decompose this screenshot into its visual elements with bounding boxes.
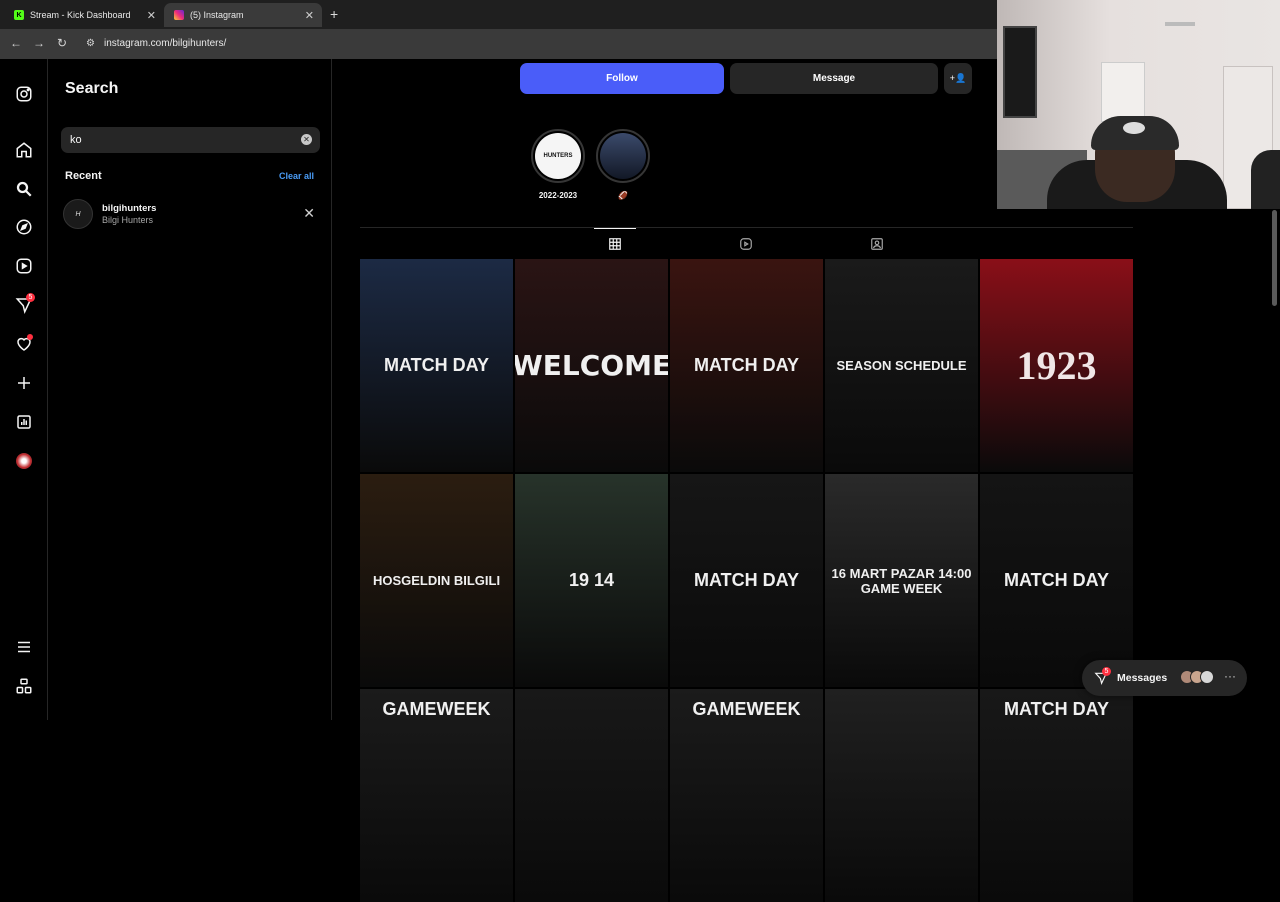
tab-reels[interactable] [725, 228, 767, 259]
search-panel: Search ko ✕ Recent Clear all H bilgihunt… [48, 59, 332, 720]
post-tile[interactable]: WELCOME [515, 259, 668, 472]
notifications-heart-icon[interactable] [14, 334, 34, 354]
home-icon[interactable] [14, 140, 34, 160]
highlight-cover: HUNTERS [535, 133, 581, 179]
instagram-icon [174, 10, 184, 20]
profile-tabs [360, 227, 1133, 258]
post-tile[interactable]: MATCH DAY [980, 689, 1133, 902]
message-button[interactable]: Message [730, 63, 938, 94]
poster [1003, 26, 1037, 118]
more-dots-icon[interactable]: ··· [1224, 669, 1236, 683]
recent-fullname: Bilgi Hunters [102, 215, 154, 225]
post-title: HOSGELDIN BILGILI [372, 573, 501, 588]
dashboard-icon[interactable] [14, 412, 34, 432]
close-tab-icon[interactable]: ✕ [305, 9, 314, 22]
recent-username: bilgihunters [102, 203, 157, 214]
highlight-cover-photo [600, 133, 646, 179]
window [1101, 62, 1145, 122]
post-title: SEASON SCHEDULE [836, 358, 967, 373]
search-input-value[interactable]: ko [70, 134, 82, 146]
reels-icon [740, 237, 752, 250]
post-title: MATCH DAY [693, 570, 799, 590]
messenger-badge: 5 [26, 293, 35, 302]
url-field[interactable]: instagram.com/bilgihunters/ [104, 38, 226, 49]
instagram-sidebar: 5 [0, 59, 48, 720]
posts-grid-icon [609, 238, 621, 250]
tagged-icon [871, 237, 883, 250]
close-tab-icon[interactable]: ✕ [147, 9, 156, 22]
tab-title: Stream - Kick Dashboard [30, 10, 131, 20]
post-tile[interactable]: MATCH DAY [670, 474, 823, 687]
post-tile[interactable]: MATCH DAY [360, 259, 513, 472]
tab-posts[interactable] [594, 228, 636, 259]
post-tile[interactable] [515, 689, 668, 902]
suggested-accounts-icon[interactable]: +👤 [944, 63, 972, 94]
site-info-icon[interactable]: ⚙ [86, 38, 95, 49]
clear-all-link[interactable]: Clear all [279, 171, 314, 181]
recent-heading: Recent [65, 170, 102, 182]
follow-button[interactable]: Follow [520, 63, 724, 94]
messages-badge: 5 [1102, 667, 1111, 676]
search-title: Search [65, 80, 119, 97]
forward-icon[interactable]: → [33, 36, 45, 50]
clear-search-icon[interactable]: ✕ [301, 134, 312, 145]
post-tile[interactable] [825, 689, 978, 902]
tab-instagram[interactable]: (5) Instagram ✕ [164, 3, 322, 27]
post-tile[interactable]: 16 MART PAZAR 14:00 GAME WEEK [825, 474, 978, 687]
search-icon[interactable] [14, 179, 34, 199]
post-tile[interactable]: SEASON SCHEDULE [825, 259, 978, 472]
back-icon[interactable]: ← [10, 36, 22, 50]
webcam-overlay [997, 0, 1280, 209]
tab-tagged[interactable] [856, 228, 898, 259]
remove-recent-icon[interactable]: ✕ [303, 205, 315, 222]
post-title: MATCH DAY [383, 355, 489, 375]
search-input[interactable]: ko ✕ [61, 127, 320, 153]
post-title: MATCH DAY [1003, 699, 1109, 719]
tab-title: (5) Instagram [190, 10, 244, 20]
also-from-meta-icon[interactable] [14, 676, 34, 696]
reload-icon[interactable]: ↻ [57, 36, 67, 50]
post-tile[interactable]: GAMEWEEK [360, 689, 513, 902]
avatar [1200, 670, 1214, 684]
post-title: WELCOME [515, 349, 668, 382]
post-tile[interactable]: HOSGELDIN BILGILI [360, 474, 513, 687]
notification-dot [27, 334, 33, 340]
messages-bar[interactable]: 5 Messages ··· [1082, 660, 1247, 696]
posts-grid: MATCH DAY WELCOME MATCH DAY SEASON SCHEDULE… [360, 259, 1134, 902]
page-scrollbar[interactable] [1272, 210, 1277, 306]
post-tile[interactable]: MATCH DAY [980, 474, 1133, 687]
messages-label: Messages [1117, 672, 1168, 684]
kick-icon: K [14, 10, 24, 20]
post-title: GAMEWEEK [692, 699, 801, 719]
highlight-label: 🏈 [618, 191, 628, 200]
highlight-label: 2022-2023 [538, 191, 578, 200]
highlight-2022-2023[interactable]: HUNTERS 2022-2023 [529, 129, 587, 200]
post-title: 16 MART PAZAR 14:00 GAME WEEK [831, 565, 972, 596]
post-tile[interactable]: MATCH DAY [670, 259, 823, 472]
create-plus-icon[interactable] [14, 373, 34, 393]
post-title: GAMEWEEK [382, 699, 491, 719]
post-tile[interactable]: 1923 [980, 259, 1133, 472]
new-tab-button[interactable]: + [330, 6, 338, 22]
highlight-football[interactable]: 🏈 [594, 129, 652, 200]
avatar: H [63, 199, 93, 229]
post-tile[interactable]: GAMEWEEK [670, 689, 823, 902]
tab-kick-dashboard[interactable]: K Stream - Kick Dashboard ✕ [4, 3, 164, 27]
post-title: 1923 [1016, 343, 1097, 388]
profile-avatar[interactable] [14, 451, 34, 471]
post-title: MATCH DAY [693, 355, 799, 375]
messenger-icon[interactable]: 5 [14, 293, 35, 315]
reels-icon[interactable] [14, 256, 34, 276]
recent-search-item[interactable]: H bilgihunters Bilgi Hunters ✕ [63, 199, 315, 231]
post-title: 19 14 [568, 570, 615, 590]
post-title: MATCH DAY [1003, 570, 1109, 590]
more-menu-icon[interactable] [14, 637, 34, 657]
instagram-logo-icon[interactable] [14, 84, 34, 104]
explore-icon[interactable] [14, 217, 34, 237]
post-tile[interactable]: 19 14 [515, 474, 668, 687]
